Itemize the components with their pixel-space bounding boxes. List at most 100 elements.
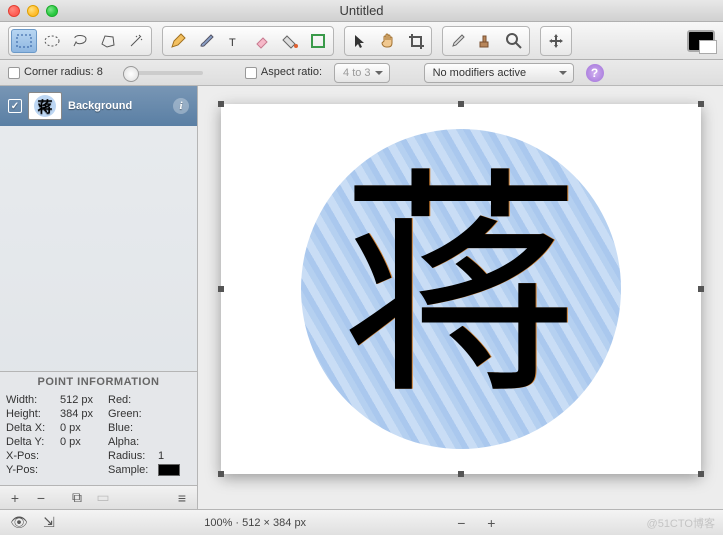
crop-tool[interactable] <box>403 29 429 53</box>
text-tool[interactable]: T <box>221 29 247 53</box>
options-bar: Corner radius: 8 Aspect ratio: 4 to 3 No… <box>0 60 723 86</box>
blue-value <box>158 422 198 434</box>
arrange-icon[interactable]: ⇲ <box>38 514 60 532</box>
mask-layer-button[interactable]: ▭ <box>92 489 114 507</box>
toolbar: T <box>0 22 723 60</box>
watermark: @51CTO博客 <box>647 515 715 531</box>
layer-row-background[interactable]: ✓ 蒋 Background i <box>0 86 197 126</box>
green-value <box>158 408 198 420</box>
resize-handle-bl[interactable] <box>218 471 224 477</box>
corner-radius-value: 8 <box>97 66 103 78</box>
resize-handle-b[interactable] <box>458 471 464 477</box>
layers-sidebar: ✓ 蒋 Background i POINT INFORMATION Width… <box>0 86 198 509</box>
wand-tool[interactable] <box>123 29 149 53</box>
deltax-label: Delta X: <box>6 422 60 434</box>
corner-radius-slider[interactable] <box>123 71 203 75</box>
visibility-icon[interactable]: 👁 <box>8 514 30 532</box>
hand-tool[interactable] <box>375 29 401 53</box>
circle-graphic: 蒋 <box>301 129 621 449</box>
color-well[interactable] <box>687 30 715 52</box>
nav-tools-group <box>344 26 432 56</box>
canvas[interactable]: 蒋 <box>221 104 701 474</box>
brush-tool[interactable] <box>193 29 219 53</box>
clone-tool[interactable] <box>473 29 499 53</box>
sample-value <box>158 464 198 479</box>
layer-name: Background <box>68 100 132 112</box>
help-button[interactable]: ? <box>586 64 604 82</box>
rect-select-tool[interactable] <box>11 29 37 53</box>
zoom-tool[interactable] <box>501 29 527 53</box>
point-info-title: POINT INFORMATION <box>0 372 197 392</box>
resize-handle-t[interactable] <box>458 101 464 107</box>
canvas-glyph: 蒋 <box>340 169 580 409</box>
canvas-area: 蒋 <box>198 86 723 509</box>
green-label: Green: <box>108 408 158 420</box>
duplicate-layer-button[interactable]: ⧉ <box>66 489 88 507</box>
red-label: Red: <box>108 394 158 406</box>
window-title: Untitled <box>339 3 383 18</box>
status-bar: 👁 ⇲ 100% · 512 × 384 px − + @51CTO博客 <box>0 509 723 535</box>
canvas-dimensions: 100% · 512 × 384 px <box>204 517 306 529</box>
resize-handle-l[interactable] <box>218 286 224 292</box>
sidebar-toolbar: + − ⧉ ▭ ≡ <box>0 485 197 509</box>
fill-tool[interactable] <box>277 29 303 53</box>
resize-handle-tl[interactable] <box>218 101 224 107</box>
pencil-tool[interactable] <box>165 29 191 53</box>
add-layer-button[interactable]: + <box>4 489 26 507</box>
eyedropper-tool[interactable] <box>445 29 471 53</box>
titlebar: Untitled <box>0 0 723 22</box>
panel-menu-button[interactable]: ≡ <box>171 489 193 507</box>
move-tool[interactable] <box>543 29 569 53</box>
radius-label: Radius: <box>108 450 158 462</box>
height-value: 384 px <box>60 408 108 420</box>
red-value <box>158 394 198 406</box>
corner-radius-label: Corner radius: <box>24 66 94 78</box>
aspect-ratio-select[interactable]: 4 to 3 <box>334 63 390 83</box>
deltax-value: 0 px <box>60 422 108 434</box>
remove-layer-button[interactable]: − <box>30 489 52 507</box>
xpos-label: X-Pos: <box>6 450 60 462</box>
close-button[interactable] <box>8 5 20 17</box>
layer-thumbnail: 蒋 <box>28 92 62 120</box>
aspect-ratio-label: Aspect ratio: <box>261 66 322 78</box>
height-label: Height: <box>6 408 60 420</box>
modifiers-select[interactable]: No modifiers active <box>424 63 574 83</box>
paint-tools-group: T <box>162 26 334 56</box>
alpha-label: Alpha: <box>108 436 158 448</box>
ypos-label: Y-Pos: <box>6 464 60 479</box>
polygon-select-tool[interactable] <box>95 29 121 53</box>
window-controls <box>8 5 58 17</box>
xpos-value <box>60 450 108 462</box>
zoom-in-button[interactable]: + <box>480 514 502 532</box>
deltay-value: 0 px <box>60 436 108 448</box>
width-value: 512 px <box>60 394 108 406</box>
zoom-button[interactable] <box>46 5 58 17</box>
ellipse-select-tool[interactable] <box>39 29 65 53</box>
deltay-label: Delta Y: <box>6 436 60 448</box>
aspect-ratio-option[interactable]: Aspect ratio: <box>245 66 322 78</box>
pointer-tool[interactable] <box>347 29 373 53</box>
corner-radius-option[interactable]: Corner radius: 8 <box>8 66 103 78</box>
width-label: Width: <box>6 394 60 406</box>
eraser-tool[interactable] <box>249 29 275 53</box>
sample-tools-group <box>442 26 530 56</box>
point-information-panel: POINT INFORMATION Width:512 pxRed: Heigh… <box>0 371 197 485</box>
resize-handle-br[interactable] <box>698 471 704 477</box>
shape-tool[interactable] <box>305 29 331 53</box>
layer-info-button[interactable]: i <box>173 98 189 114</box>
resize-handle-r[interactable] <box>698 286 704 292</box>
svg-text:T: T <box>229 37 236 49</box>
alpha-value <box>158 436 198 448</box>
blue-label: Blue: <box>108 422 158 434</box>
minimize-button[interactable] <box>27 5 39 17</box>
sample-swatch <box>158 464 180 476</box>
lasso-tool[interactable] <box>67 29 93 53</box>
layer-visibility-toggle[interactable]: ✓ <box>8 99 22 113</box>
resize-handle-tr[interactable] <box>698 101 704 107</box>
radius-value: 1 <box>158 450 198 462</box>
ypos-value <box>60 464 108 479</box>
sample-label: Sample: <box>108 464 158 479</box>
canvas-scroll[interactable]: 蒋 <box>198 86 723 509</box>
zoom-out-button[interactable]: − <box>450 514 472 532</box>
selection-tools-group <box>8 26 152 56</box>
